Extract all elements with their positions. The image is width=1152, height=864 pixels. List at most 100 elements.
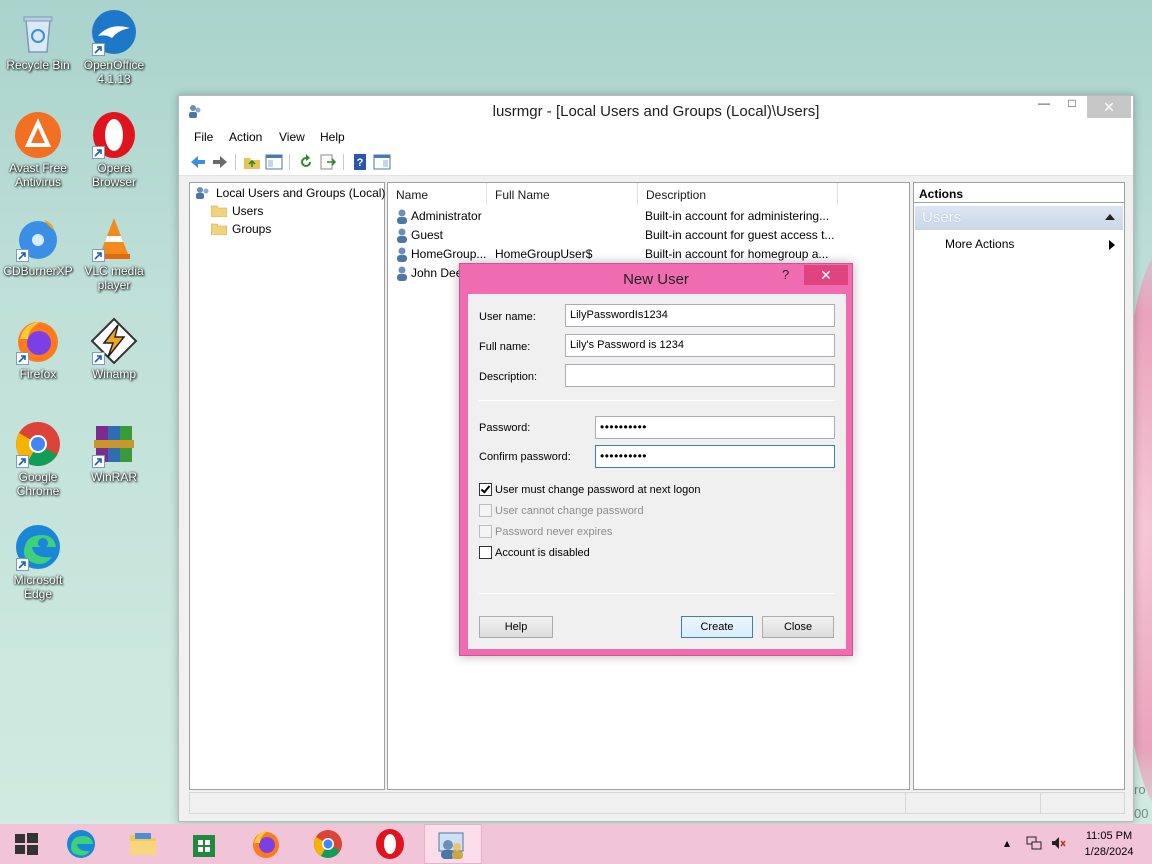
window-titlebar[interactable]: lusrmgr - [Local Users and Groups (Local… [179,96,1133,126]
dialog-body: User name: LilyPasswordIs1234 Full name:… [468,294,846,649]
password-label: Password: [479,422,531,434]
shortcut-arrow-icon [92,249,105,262]
user-icon [394,208,410,224]
checkbox[interactable] [479,483,492,496]
taskbar-edge[interactable] [55,824,107,864]
checkbox-label: Password never expires [495,526,613,538]
desktop-icon-chrome[interactable]: Google Chrome [0,420,76,498]
desktop-icon-label: Microsoft Edge [13,573,63,601]
checkbox-label: User cannot change password [495,505,644,517]
checkbox-must-change-password[interactable]: User must change password at next logon [479,483,700,496]
start-button[interactable] [0,824,52,864]
cell-full-name: HomeGroupUser$ [495,247,593,261]
tree-item-label: Users [232,204,264,218]
export-list-icon[interactable] [318,152,338,172]
collapse-triangle-icon[interactable] [1105,214,1115,220]
column-header-name[interactable]: Name [388,183,487,205]
desktop-icon-winamp[interactable]: Winamp [76,317,152,381]
shortcut-arrow-icon [92,43,105,56]
show-hidden-icons-icon[interactable]: ▴ [1004,836,1010,850]
menu-view[interactable]: View [279,130,305,144]
up-folder-icon[interactable] [242,152,262,172]
desktop-icon-vlc[interactable]: VLC media player [76,214,152,292]
help-question-icon[interactable]: ? [782,267,789,282]
refresh-icon[interactable] [296,152,316,172]
column-header-full-name[interactable]: Full Name [487,183,638,205]
create-button[interactable]: Create [681,616,753,638]
menu-file[interactable]: File [194,130,213,144]
taskbar: ▴ 11:05 PM 1/28/2024 [0,824,1152,864]
close-window-button[interactable]: ✕ [1087,96,1131,118]
actions-section-label: Users [922,209,962,226]
opera-icon [376,829,404,859]
maximize-button[interactable]: □ [1059,96,1085,118]
checkbox[interactable] [479,546,492,559]
desktop-icon-opera[interactable]: Opera Browser [76,111,152,189]
desktop-icon-openoffice[interactable]: OpenOffice 4.1.13 [76,8,152,86]
back-arrow-icon[interactable] [188,152,208,172]
users-app-icon [438,832,464,859]
taskbar-lusrmgr[interactable] [424,824,482,864]
taskbar-file-explorer[interactable] [117,824,169,864]
taskbar-store[interactable] [178,824,230,864]
full-name-field[interactable]: Lily's Password is 1234 [565,334,835,357]
taskbar-opera[interactable] [364,824,416,864]
desktop-icon-avast[interactable]: Avast Free Antivirus [0,111,76,189]
network-icon[interactable] [1026,835,1042,854]
close-icon[interactable]: ✕ [804,265,848,285]
shortcut-arrow-icon [16,249,29,262]
volume-muted-icon[interactable] [1050,835,1066,854]
table-row[interactable]: HomeGroup... HomeGroupUser$ Built-in acc… [388,245,909,264]
show-hide-action-pane-icon[interactable] [372,152,392,172]
menu-help[interactable]: Help [320,130,345,144]
checkbox [479,504,492,517]
desktop-icon-edge[interactable]: Microsoft Edge [0,523,76,601]
tree-root-local-users-and-groups[interactable]: Local Users and Groups (Local) [195,186,385,200]
desktop-icon-label: CDBurnerXP [3,264,73,278]
toolbar-separator [343,154,344,170]
column-header-description[interactable]: Description [638,183,838,205]
divider [479,593,835,594]
status-bar [189,792,1125,814]
table-row[interactable]: Guest Built-in account for guest access … [388,226,909,245]
status-bar-segment [1040,793,1124,813]
description-field[interactable] [565,364,835,387]
taskbar-chrome[interactable] [302,824,354,864]
user-icon [394,246,410,262]
show-hide-console-tree-icon[interactable] [264,152,284,172]
desktop-icon-label: VLC media player [84,264,144,292]
actions-pane: Actions Users More Actions [913,182,1125,790]
desktop-icon-winrar[interactable]: WinRAR [76,420,152,484]
actions-section-users[interactable]: Users [915,206,1123,230]
tree-item-groups[interactable]: Groups [210,222,272,236]
close-button[interactable]: Close [762,616,834,638]
password-field[interactable]: •••••••••• [595,416,835,439]
forward-arrow-icon[interactable] [210,152,230,172]
tree-item-label: Groups [232,222,272,236]
desktop-icon-cdburnerxp[interactable]: CDBurnerXP [0,214,76,278]
clock[interactable]: 11:05 PM 1/28/2024 [1078,828,1140,860]
user-name-field[interactable]: LilyPasswordIs1234 [565,304,835,327]
help-button[interactable]: Help [479,616,553,638]
tree-item-users[interactable]: Users [210,204,264,218]
shortcut-arrow-icon [16,558,29,571]
folder-icon [130,833,156,855]
confirm-password-field[interactable]: •••••••••• [595,445,835,468]
menu-action[interactable]: Action [229,130,262,144]
shortcut-arrow-icon [16,352,29,365]
more-actions-item[interactable]: More Actions [945,237,1014,251]
help-icon[interactable]: ? [350,152,370,172]
checkbox-account-disabled[interactable]: Account is disabled [479,546,590,559]
cell-description: Built-in account for homegroup a... [645,247,829,261]
watermark-text: 00 [1134,806,1149,821]
desktop-icon-recycle-bin[interactable]: Recycle Bin [0,8,76,72]
taskbar-firefox[interactable] [240,824,292,864]
console-tree: Local Users and Groups (Local) Users Gro… [189,182,385,790]
toolbar-separator [289,154,290,170]
full-name-label: Full name: [479,341,531,353]
table-row[interactable]: Administrator Built-in account for admin… [388,207,909,226]
user-icon [394,227,410,243]
folder-icon [210,222,228,236]
desktop-icon-firefox[interactable]: Firefox [0,317,76,381]
minimize-button[interactable]: — [1031,96,1057,118]
